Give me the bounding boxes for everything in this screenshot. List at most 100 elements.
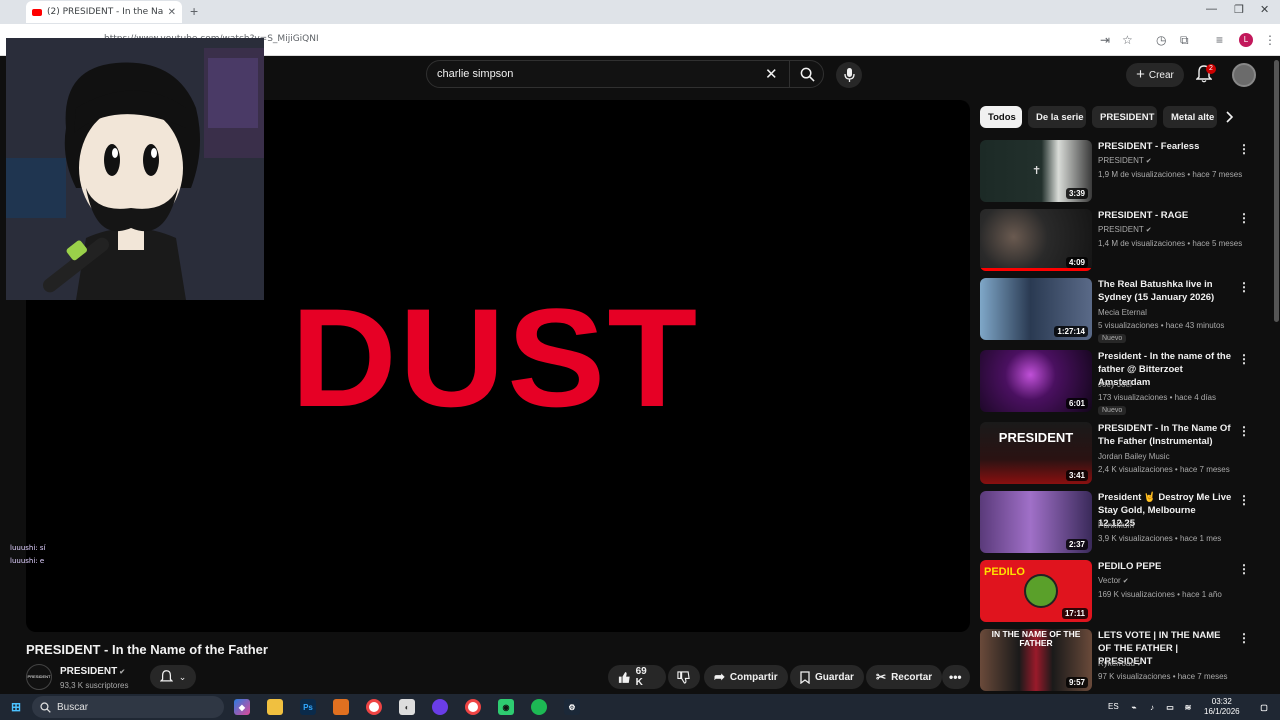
chip-president[interactable]: PRESIDENT [1092, 106, 1157, 128]
windows-start-icon[interactable]: ⊞ [8, 699, 24, 715]
thumbnail-text: IN THE NAME OF THE FATHER [991, 629, 1081, 648]
chrome-icon[interactable] [366, 699, 382, 715]
like-button[interactable]: 69 K [608, 665, 666, 689]
copilot-icon[interactable]: ◆ [234, 699, 250, 715]
video-thumbnail[interactable]: ✝ 3:39 [980, 140, 1092, 202]
search-box[interactable]: charlie simpson ✕ [426, 60, 824, 88]
spotify-icon[interactable] [531, 699, 547, 715]
fl-studio-icon[interactable] [333, 699, 349, 715]
extensions-icon[interactable]: ⧉ [1180, 33, 1189, 48]
bookmark-star-icon[interactable]: ☆ [1122, 33, 1133, 47]
channel-name[interactable]: PRESIDENT ✔ [1098, 156, 1152, 165]
whatsapp-icon[interactable]: ◉ [498, 699, 514, 715]
channel-name[interactable]: PunkMum [1098, 521, 1134, 530]
more-vertical-icon[interactable]: ⋮ [1238, 424, 1250, 438]
recommendation-item[interactable]: PRESIDENT 3:41 PRESIDENT - In The Name O… [980, 422, 1260, 486]
share-button[interactable]: ➦ Compartir [704, 665, 788, 689]
battery-icon[interactable]: ▭ [1162, 699, 1178, 715]
video-duration: 1:27:14 [1054, 326, 1088, 337]
language-indicator[interactable]: ES [1108, 702, 1119, 711]
photoshop-icon[interactable]: Ps [300, 699, 316, 715]
video-meta: 97 K visualizaciones • hace 7 meses [1098, 672, 1228, 681]
maximize-icon[interactable]: ❐ [1234, 3, 1244, 16]
app-icon[interactable]: ◐ [399, 699, 415, 715]
obs-icon[interactable] [432, 699, 448, 715]
video-title: PRESIDENT - In the Name of the Father [26, 642, 268, 657]
file-explorer-icon[interactable] [267, 699, 283, 715]
taskbar-search[interactable]: Buscar [32, 696, 224, 718]
new-tab-icon[interactable]: + [190, 3, 198, 19]
profile-avatar[interactable]: L [1239, 33, 1253, 47]
clip-button[interactable]: ✂ Recortar [866, 665, 943, 689]
create-button[interactable]: + Crear [1126, 63, 1184, 87]
window-close-icon[interactable]: ✕ [1260, 3, 1269, 16]
wifi-icon[interactable]: ≋ [1180, 699, 1196, 715]
notification-count-badge: 2 [1206, 64, 1216, 74]
search-button[interactable] [789, 61, 825, 87]
taskbar-clock[interactable]: 03:32 16/1/2026 [1204, 697, 1240, 717]
channel-name[interactable]: Vector ✔ [1098, 576, 1129, 585]
chip-metal-alternativo[interactable]: Metal alte [1163, 106, 1217, 128]
channel-name-text: Rykerroad [1098, 659, 1135, 668]
recommendation-item[interactable]: 2:37 President 🤘 Destroy Me Live Stay Go… [980, 491, 1260, 555]
history-icon[interactable]: ◷ [1156, 33, 1166, 47]
recommendation-item[interactable]: 6:01 President - In the name of the fath… [980, 350, 1260, 415]
voice-search-button[interactable] [836, 62, 862, 88]
chip-todos[interactable]: Todos [980, 106, 1022, 128]
video-thumbnail[interactable]: IN THE NAME OF THE FATHER 9:57 [980, 629, 1092, 691]
chrome-active-icon[interactable] [465, 699, 481, 715]
tab-close-icon[interactable]: ✕ [168, 7, 176, 18]
steam-icon[interactable]: ⚙ [564, 699, 580, 715]
save-button[interactable]: Guardar [790, 665, 864, 689]
recommendation-item[interactable]: 1:27:14 The Real Batushka live in Sydney… [980, 278, 1260, 343]
video-title: PEDILO PEPE [1098, 561, 1162, 572]
minimize-icon[interactable]: — [1206, 3, 1217, 15]
dislike-button[interactable] [668, 665, 700, 689]
video-thumbnail[interactable]: 4:09 [980, 209, 1092, 271]
volume-icon[interactable]: ♪ [1144, 699, 1160, 715]
page-scrollbar[interactable] [1274, 60, 1279, 322]
browser-tab[interactable]: (2) PRESIDENT - In the Name of the Fathe… [26, 1, 182, 23]
youtube-favicon-icon [32, 8, 42, 16]
channel-name[interactable]: Joey Joël [1098, 380, 1132, 389]
channel-name[interactable]: Mecia Eternal [1098, 308, 1147, 317]
channel-name[interactable]: PRESIDENT ✔ [60, 666, 125, 677]
account-avatar[interactable] [1232, 63, 1256, 87]
channel-name[interactable]: Jordan Bailey Music [1098, 452, 1170, 461]
video-thumbnail[interactable]: 2:37 [980, 491, 1092, 553]
search-input[interactable]: charlie simpson [437, 68, 513, 80]
video-duration: 3:39 [1065, 188, 1088, 199]
more-vertical-icon[interactable]: ⋮ [1238, 211, 1250, 225]
pepe-image [1024, 574, 1058, 608]
more-vertical-icon[interactable]: ⋮ [1238, 631, 1250, 645]
clear-search-icon[interactable]: ✕ [765, 65, 778, 83]
recommendation-item[interactable]: 4:09 PRESIDENT - RAGE PRESIDENT ✔ 1,4 M d… [980, 209, 1260, 273]
create-label: Crear [1148, 69, 1174, 81]
browser-menu-icon[interactable]: ⋮ [1264, 33, 1276, 47]
more-vertical-icon[interactable]: ⋮ [1238, 142, 1250, 156]
more-vertical-icon[interactable]: ⋮ [1238, 493, 1250, 507]
video-thumbnail[interactable]: 6:01 [980, 350, 1092, 412]
video-thumbnail[interactable]: PRESIDENT 3:41 [980, 422, 1092, 484]
network-icon[interactable]: ⌁ [1126, 699, 1142, 715]
recommendation-item[interactable]: IN THE NAME OF THE FATHER 9:57 LETS VOTE… [980, 629, 1260, 693]
channel-name[interactable]: Rykerroad ✔ [1098, 659, 1143, 668]
more-vertical-icon[interactable]: ⋮ [1238, 280, 1250, 294]
channel-avatar[interactable]: PRESIDENT [26, 664, 52, 690]
subscription-bell-button[interactable]: ⌄ [150, 665, 196, 689]
save-label: Guardar [815, 671, 854, 683]
more-actions-button[interactable]: ••• [942, 665, 970, 689]
chip-de-la-serie[interactable]: De la serie [1028, 106, 1086, 128]
recommendation-item[interactable]: PEDILO 17:11 PEDILO PEPE Vector ✔ 169 K v… [980, 560, 1260, 624]
chevron-right-icon[interactable] [1226, 110, 1234, 128]
more-vertical-icon[interactable]: ⋮ [1238, 562, 1250, 576]
channel-name[interactable]: PRESIDENT ✔ [1098, 225, 1152, 234]
video-thumbnail[interactable]: PEDILO 17:11 [980, 560, 1092, 622]
notification-center-icon[interactable]: ▢ [1256, 699, 1272, 715]
recommendation-item[interactable]: ✝ 3:39 PRESIDENT - Fearless PRESIDENT ✔ 1… [980, 140, 1260, 204]
media-icon[interactable]: ≡ [1216, 33, 1223, 47]
install-icon[interactable]: ⇥ [1100, 33, 1110, 47]
video-title: PRESIDENT - RAGE [1098, 210, 1189, 221]
more-vertical-icon[interactable]: ⋮ [1238, 352, 1250, 366]
video-thumbnail[interactable]: 1:27:14 [980, 278, 1092, 340]
